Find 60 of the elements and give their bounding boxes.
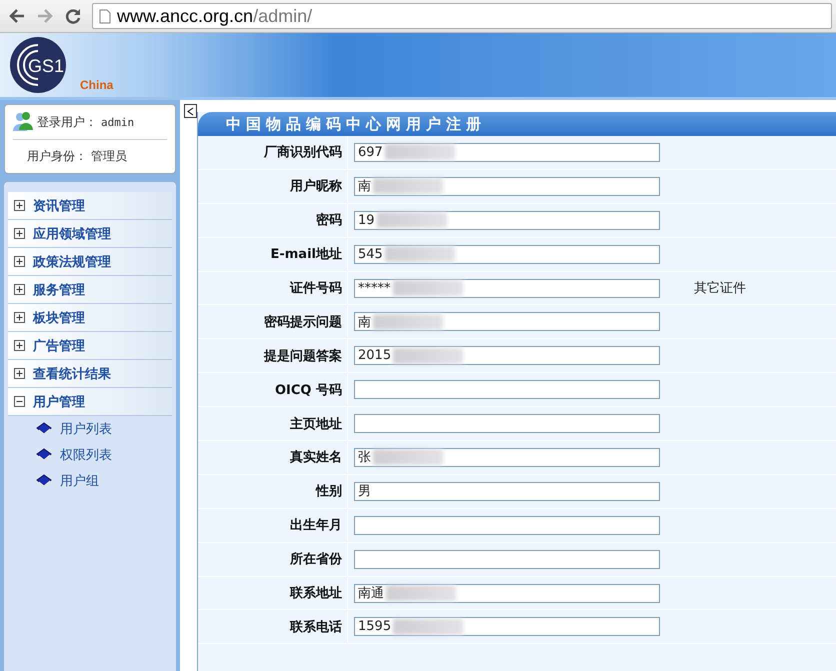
field-label: 提是问题答案: [198, 339, 348, 372]
collapse-sidebar-button[interactable]: [184, 104, 197, 118]
menu-item[interactable]: 应用领域管理: [8, 220, 172, 248]
role-value: 管理员: [91, 148, 127, 165]
field-label: 真实姓名: [198, 441, 348, 474]
field-label: E-mail地址: [198, 238, 348, 271]
role-label: 用户身份：: [27, 148, 87, 165]
submenu-item[interactable]: 权限列表: [60, 446, 112, 464]
input-field[interactable]: 张: [354, 448, 660, 467]
page-icon: [99, 8, 111, 24]
login-value: admin: [101, 116, 134, 128]
input-field[interactable]: 男: [354, 482, 660, 501]
menu-item[interactable]: 用户管理: [8, 388, 172, 416]
input-field[interactable]: [354, 414, 660, 434]
logo: GS1 China: [8, 35, 138, 95]
field-label: 证件号码: [198, 272, 348, 304]
field-label: 密码: [198, 204, 348, 237]
menu-item[interactable]: 广告管理: [8, 332, 172, 360]
input-field[interactable]: 697: [354, 142, 660, 162]
forward-icon[interactable]: [36, 7, 54, 25]
book-icon: [36, 448, 52, 462]
input-field[interactable]: *****: [354, 278, 660, 298]
field-label: 主页地址: [198, 407, 348, 440]
field-label: 联系电话: [198, 610, 348, 644]
submenu-item[interactable]: 用户列表: [60, 420, 112, 438]
input-field[interactable]: 545: [354, 244, 660, 264]
book-icon: [36, 474, 52, 488]
input-field[interactable]: 南: [354, 176, 660, 196]
input-field[interactable]: 南通: [354, 584, 660, 603]
reload-icon[interactable]: [64, 7, 82, 25]
field-label: 用户昵称: [198, 170, 348, 203]
login-label: 登录用户：: [37, 114, 97, 130]
form-title: 中国物品编码中心网用户注册: [198, 112, 836, 136]
field-label: 联系地址: [198, 576, 348, 610]
input-field[interactable]: 南: [354, 312, 660, 332]
input-field[interactable]: [354, 516, 660, 535]
input-field[interactable]: 19: [354, 210, 660, 230]
url-text: www.ancc.org.cn/admin/: [117, 6, 312, 26]
menu-item[interactable]: 政策法规管理: [8, 248, 172, 276]
caret-icon: [187, 106, 194, 116]
field-label: 密码提示问题: [198, 305, 348, 338]
field-label: 性别: [198, 474, 348, 508]
input-field[interactable]: [354, 550, 660, 569]
input-field[interactable]: 2015: [354, 346, 660, 366]
book-icon: [36, 422, 52, 436]
back-icon[interactable]: [8, 7, 26, 25]
users-icon: [13, 111, 33, 133]
menu-item[interactable]: 资讯管理: [8, 192, 172, 220]
input-field[interactable]: [354, 380, 660, 400]
field-label: 所在省份: [198, 542, 348, 576]
menu-item[interactable]: 服务管理: [8, 276, 172, 304]
field-note: 其它证件: [694, 280, 746, 297]
field-label: 出生年月: [198, 508, 348, 542]
field-label: OICQ 号码: [198, 373, 348, 406]
submenu-item[interactable]: 用户组: [60, 472, 99, 490]
input-field[interactable]: 1595: [354, 617, 660, 636]
address-bar[interactable]: www.ancc.org.cn/admin/: [92, 3, 832, 29]
menu-item[interactable]: 查看统计结果: [8, 360, 172, 388]
menu-item[interactable]: 板块管理: [8, 304, 172, 332]
field-label: 厂商识别代码: [198, 136, 348, 169]
